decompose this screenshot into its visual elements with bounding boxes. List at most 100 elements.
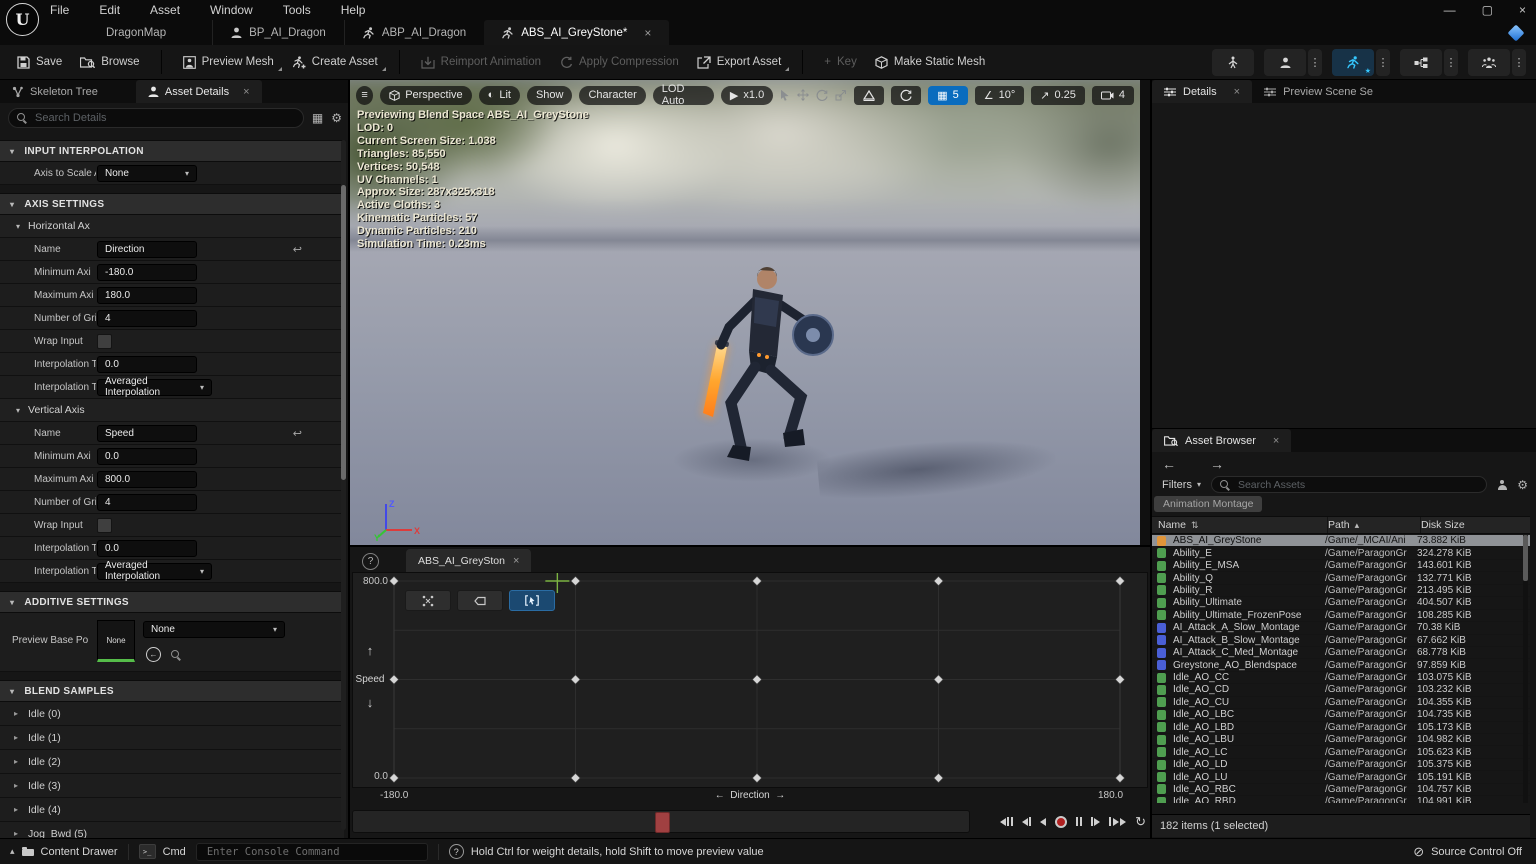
forward-button[interactable]: → [1210,456,1224,472]
scale-tool-icon[interactable] [835,89,847,101]
menu-asset[interactable]: Asset [150,3,180,17]
asset-row[interactable]: AI_Attack_C_Med_Montage/Game/ParagonGr68… [1152,647,1530,659]
menu-edit[interactable]: Edit [99,3,120,17]
fit-view-button[interactable] [405,590,451,611]
text-field[interactable]: Direction [97,241,197,258]
browse-to-asset-icon[interactable]: ← [146,647,161,662]
search-icon[interactable] [171,650,181,660]
asset-tab-3[interactable]: ABS_AI_GreyStone*× [484,20,669,45]
checkbox[interactable] [97,334,112,349]
console-command-input[interactable] [205,845,419,859]
asset-row[interactable]: Ability_E/Game/ParagonGr324.278 KiB [1152,547,1530,559]
preview-viewport[interactable]: ≡ Perspective ◐ Lit Show Character LOD A… [350,80,1140,545]
menu-help[interactable]: Help [341,3,366,17]
menu-tools[interactable]: Tools [283,3,311,17]
lod-auto-button[interactable]: LOD Auto [653,86,714,105]
step-backward-button[interactable] [1022,817,1032,826]
close-button[interactable]: × [1519,3,1526,17]
blueprint-mode-menu[interactable]: ⋮ [1444,49,1458,76]
section-header[interactable]: ▾BLEND SAMPLES [0,680,344,702]
text-field[interactable]: Speed [97,425,197,442]
angle-snap-button[interactable]: ∠ 10° [975,86,1025,105]
asset-row[interactable]: Idle_AO_LBU/Game/ParagonGr104.982 KiB [1152,734,1530,746]
pose-dropdown[interactable]: None▾ [143,621,285,638]
pose-thumbnail[interactable]: None [97,620,135,662]
grid-snap-button[interactable]: ▦ 5 [928,86,968,105]
blend-sample-point-0[interactable] [389,576,398,585]
apply-compression-button[interactable]: Apply Compression [550,49,688,75]
asset-search-input[interactable] [1236,478,1478,492]
select-tool-icon[interactable] [780,89,790,101]
blend-sample-4[interactable]: ▸Idle (4) [0,798,344,822]
user-filter-icon[interactable] [1497,480,1507,490]
asset-row[interactable]: Greystone_AO_Blendspace/Game/ParagonGr97… [1152,659,1530,671]
save-button[interactable]: Save [8,49,71,75]
camera-button[interactable]: 4 [1092,86,1134,105]
close-icon[interactable]: × [243,86,249,98]
asset-row[interactable]: ABS_AI_GreyStone/Game/_MCAI/Ani73.882 Ki… [1152,535,1530,547]
asset-row[interactable]: Ability_Ultimate/Game/ParagonGr404.507 K… [1152,597,1530,609]
browse-button[interactable]: Browse [71,49,148,75]
physics-mode-button[interactable] [1468,49,1510,76]
tab-asset-details[interactable]: Asset Details × [136,80,262,103]
key-button[interactable]: + Key [815,49,866,75]
close-icon[interactable]: × [644,26,651,40]
loop-button[interactable]: ↻ [1135,815,1146,828]
move-tool-icon[interactable] [797,89,809,101]
column-header-name[interactable]: Name ⇅ [1158,517,1328,533]
blend-sample-point-12[interactable] [752,773,761,782]
blend-sample-0[interactable]: ▸Idle (0) [0,702,344,726]
mesh-mode-button[interactable] [1264,49,1306,76]
blend-sample-point-3[interactable] [934,576,943,585]
menu-file[interactable]: File [50,3,69,17]
text-field[interactable]: 4 [97,494,197,511]
blend-sample-point-7[interactable] [752,675,761,684]
animation-mode-menu[interactable]: ⋮ [1376,49,1390,76]
blend-sample-point-13[interactable] [934,773,943,782]
reimport-animation-button[interactable]: Reimport Animation [412,49,550,75]
text-field[interactable]: 800.0 [97,471,197,488]
text-field[interactable]: 180.0 [97,287,197,304]
create-asset-button[interactable]: Create Asset [283,49,387,75]
dropdown-field[interactable]: Averaged Interpolation▾ [97,379,212,396]
asset-row[interactable]: Idle_AO_RBC/Game/ParagonGr104.757 KiB [1152,784,1530,796]
text-field[interactable]: -180.0 [97,264,197,281]
asset-row[interactable]: Ability_E_MSA/Game/ParagonGr143.601 KiB [1152,560,1530,572]
tab-details[interactable]: Details × [1152,80,1252,103]
asset-row[interactable]: Idle_AO_LD/Game/ParagonGr105.375 KiB [1152,759,1530,771]
show-button[interactable]: Show [527,86,573,105]
asset-row[interactable]: Idle_AO_CC/Game/ParagonGr103.075 KiB [1152,672,1530,684]
dropdown-field[interactable]: None▾ [97,165,197,182]
left-scrollbar-thumb[interactable] [341,185,346,480]
reset-to-default-icon[interactable]: ↩ [293,427,302,440]
text-field[interactable]: 4 [97,310,197,327]
axis-group-vertical-axis[interactable]: ▾Vertical Axis [0,399,344,422]
blend-sample-3[interactable]: ▸Idle (3) [0,774,344,798]
animation-mode-button[interactable] [1332,49,1374,76]
asset-row[interactable]: Ability_R/Game/ParagonGr213.495 KiB [1152,585,1530,597]
axis-group-horizontal-ax[interactable]: ▾Horizontal Ax [0,215,344,238]
source-control-button[interactable]: ⊘ Source Control Off [1413,844,1536,860]
blend-sample-point-11[interactable] [571,773,580,782]
jump-to-start-button[interactable] [1000,817,1013,826]
text-field[interactable]: 0.0 [97,356,197,373]
rotate-tool-icon[interactable] [816,89,828,101]
surface-snap-button[interactable] [854,86,884,105]
physics-mode-menu[interactable]: ⋮ [1512,49,1526,76]
help-icon[interactable]: ? [362,553,379,570]
asset-scrollbar-thumb[interactable] [1523,535,1528,581]
blend-sample-point-10[interactable] [389,773,398,782]
blend-sample-5[interactable]: ▸Jog_Bwd (5) [0,822,344,838]
cmd-button[interactable]: >_ Cmd [129,839,196,864]
asset-row[interactable]: AI_Attack_A_Slow_Montage/Game/ParagonGr7… [1152,622,1530,634]
camera-speed-button[interactable]: ↗ 0.25 [1031,86,1085,105]
blendspace-document-tab[interactable]: ABS_AI_GreySton × [406,549,531,572]
display-filter-icon[interactable]: ▦ [312,111,323,125]
skeleton-mode-button[interactable] [1212,49,1254,76]
asset-row[interactable]: Idle_AO_CU/Game/ParagonGr104.355 KiB [1152,697,1530,709]
section-header[interactable]: ▾AXIS SETTINGS [0,193,344,215]
text-field[interactable]: 0.0 [97,448,197,465]
menu-window[interactable]: Window [210,3,253,17]
rotation-snap-button[interactable] [891,86,921,105]
minimize-button[interactable]: — [1444,3,1456,17]
